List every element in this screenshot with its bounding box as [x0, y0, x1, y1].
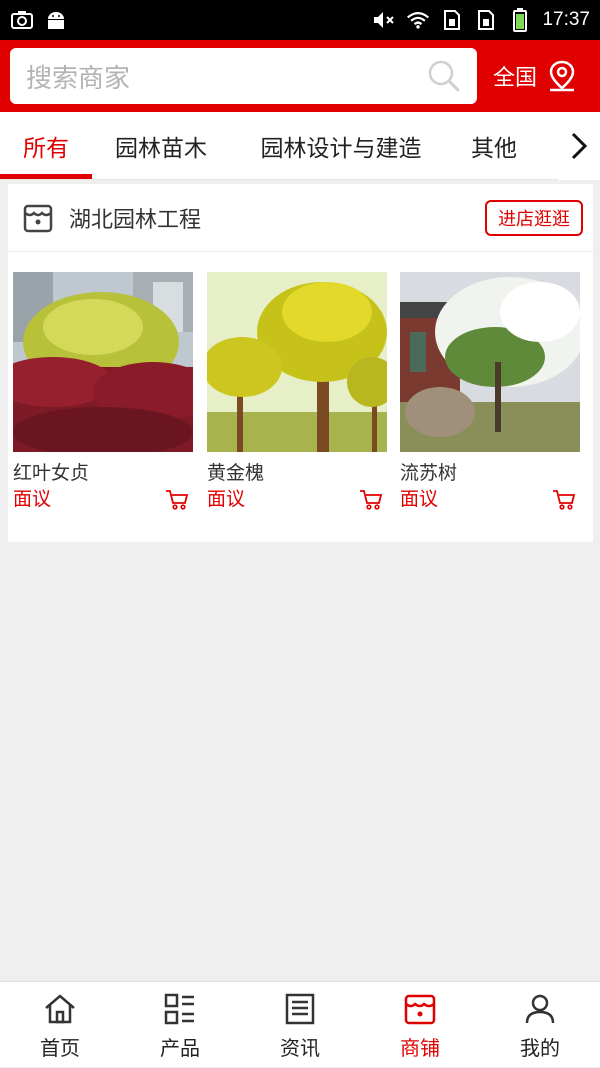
shop-card: 湖北园林工程 进店逛逛 红叶女贞 面议 黄金槐 面议 流苏树 面议 [8, 184, 593, 542]
tabs-next-button[interactable] [558, 112, 600, 180]
search-icon[interactable] [427, 59, 461, 93]
product-image[interactable] [13, 272, 193, 452]
product-card[interactable]: 黄金槐 面议 [207, 272, 387, 522]
nav-label: 商铺 [400, 1036, 440, 1060]
android-icon [44, 9, 68, 31]
search-placeholder: 搜索商家 [26, 63, 131, 94]
nav-label: 首页 [40, 1036, 80, 1060]
cart-icon[interactable] [165, 489, 189, 511]
grid-list-icon [164, 993, 194, 1025]
status-time: 17:37 [542, 9, 590, 30]
status-bar: 17:37 [0, 0, 600, 40]
tab-other[interactable]: 其他 [456, 112, 532, 180]
sim2-icon [474, 9, 498, 31]
cart-icon[interactable] [552, 489, 576, 511]
nav-news[interactable]: 资讯 [240, 982, 360, 1068]
search-input[interactable]: 搜索商家 [10, 48, 477, 104]
product-card[interactable]: 流苏树 面议 [400, 272, 580, 522]
mute-icon [372, 9, 396, 31]
shop-name[interactable]: 湖北园林工程 [69, 202, 201, 234]
tab-all[interactable]: 所有 [0, 112, 92, 180]
user-icon [525, 994, 555, 1024]
product-price: 面议 [13, 488, 52, 510]
sim1-icon [440, 9, 464, 31]
region-label: 全国 [493, 66, 538, 91]
header: 搜索商家 全国 [0, 40, 600, 112]
shop-icon [404, 994, 436, 1025]
screenshot-icon [10, 9, 34, 31]
cart-icon[interactable] [359, 489, 383, 511]
status-right: 17:37 [372, 8, 590, 32]
nav-label: 资讯 [280, 1036, 320, 1060]
store-icon [23, 204, 53, 233]
tab-design-construction[interactable]: 园林设计与建造 [240, 112, 442, 180]
product-image[interactable] [400, 272, 580, 452]
bottom-nav: 首页 产品 资讯 商铺 我的 [0, 981, 600, 1067]
battery-icon [508, 8, 532, 32]
nav-mine[interactable]: 我的 [480, 982, 600, 1068]
region-selector[interactable]: 全国 [493, 54, 577, 98]
product-name: 红叶女贞 [13, 462, 90, 484]
nav-shops[interactable]: 商铺 [360, 982, 480, 1068]
product-name: 流苏树 [400, 462, 458, 484]
product-name: 黄金槐 [207, 462, 265, 484]
enter-shop-button[interactable]: 进店逛逛 [485, 200, 583, 236]
nav-label: 我的 [520, 1036, 560, 1060]
location-icon [549, 60, 575, 92]
shop-header: 湖北园林工程 进店逛逛 [8, 184, 593, 252]
status-left [10, 9, 68, 31]
product-price: 面议 [207, 488, 246, 510]
category-tabs: 所有 园林苗木 园林设计与建造 其他 [0, 112, 600, 180]
product-price: 面议 [400, 488, 439, 510]
news-icon [285, 993, 315, 1025]
nav-label: 产品 [160, 1036, 200, 1060]
nav-home[interactable]: 首页 [0, 982, 120, 1068]
tab-active-indicator [0, 174, 92, 179]
product-image[interactable] [207, 272, 387, 452]
product-card[interactable]: 红叶女贞 面议 [13, 272, 193, 522]
home-icon [45, 994, 75, 1024]
chevron-right-icon [571, 132, 588, 160]
wifi-icon [406, 9, 430, 31]
nav-products[interactable]: 产品 [120, 982, 240, 1068]
tab-nursery[interactable]: 园林苗木 [96, 112, 226, 180]
